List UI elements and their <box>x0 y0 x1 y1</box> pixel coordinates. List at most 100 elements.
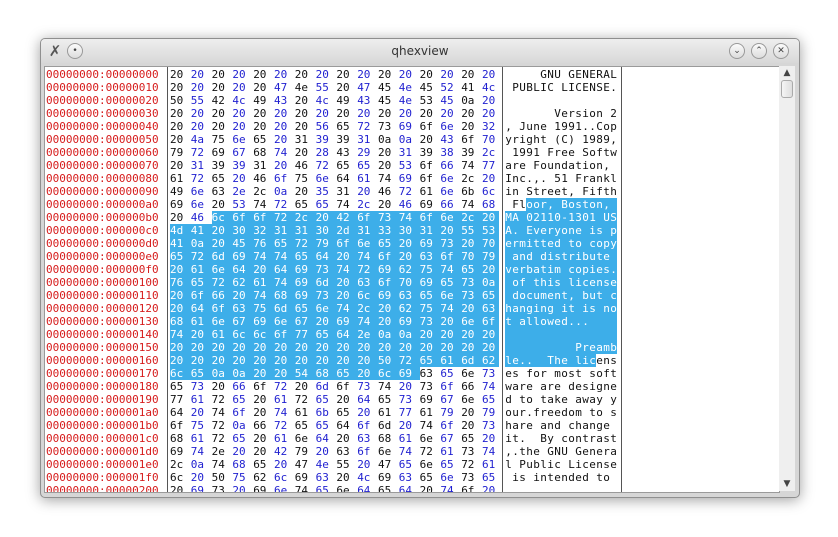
hex-byte[interactable]: 32 <box>482 120 499 133</box>
hex-byte[interactable]: 72 <box>212 432 233 445</box>
hex-byte[interactable]: 54 <box>294 367 316 380</box>
ascii-char[interactable]: r <box>582 172 589 185</box>
hex-byte[interactable]: 30 <box>232 224 254 237</box>
hex-byte[interactable]: 74 <box>357 250 378 263</box>
hex-byte[interactable]: 6f <box>357 419 378 432</box>
ascii-char[interactable]: c <box>526 289 533 302</box>
hex-byte[interactable]: 65 <box>482 289 499 302</box>
hex-byte[interactable]: 65 <box>316 393 337 406</box>
hex-byte[interactable]: 69 <box>399 120 420 133</box>
hex-byte[interactable]: 45 <box>420 81 441 94</box>
ascii-char[interactable]: i <box>533 302 540 315</box>
hex-byte[interactable]: 69 <box>419 276 441 289</box>
hex-byte[interactable]: 73 <box>420 380 441 393</box>
ascii-char[interactable]: 9 <box>519 146 526 159</box>
hex-row[interactable]: 2c 0a 74 68 65 20 47 4e 55 20 47 65 6e 65 72 61 <box>168 458 502 471</box>
ascii-char[interactable]: . <box>582 315 589 328</box>
ascii-char[interactable]: i <box>575 276 582 289</box>
hex-byte[interactable]: 20 <box>461 419 482 432</box>
hex-byte[interactable]: 77 <box>170 393 191 406</box>
hex-row[interactable]: 20 46 6c 6f 6f 72 2c 20 42 6f 73 74 6f 6e 2c 20 <box>168 211 502 224</box>
ascii-char[interactable]: o <box>533 198 540 211</box>
ascii-char[interactable] <box>533 250 540 263</box>
ascii-char[interactable]: t <box>547 471 554 484</box>
ascii-char[interactable]: u <box>526 120 533 133</box>
ascii-char[interactable]: r <box>540 185 547 198</box>
hex-byte[interactable]: 4c <box>232 94 253 107</box>
ascii-char[interactable]: i <box>547 276 554 289</box>
ascii-char[interactable]: r <box>540 406 547 419</box>
hex-byte[interactable]: 69 <box>378 289 399 302</box>
ascii-char[interactable]: 1 <box>540 211 547 224</box>
ascii-char[interactable] <box>526 328 533 341</box>
ascii-char[interactable]: m <box>554 367 561 380</box>
hex-byte[interactable]: 63 <box>420 367 441 380</box>
hex-byte[interactable]: 69 <box>170 445 191 458</box>
ascii-char[interactable]: r <box>540 367 547 380</box>
hex-byte[interactable]: 73 <box>482 419 499 432</box>
ascii-char[interactable]: u <box>589 250 596 263</box>
ascii-char[interactable]: n <box>596 159 603 172</box>
ascii-char[interactable]: 9 <box>568 120 575 133</box>
hex-byte[interactable]: 72 <box>357 263 378 276</box>
hex-byte[interactable]: 6f <box>378 250 399 263</box>
hex-byte[interactable]: 63 <box>398 289 420 302</box>
ascii-char[interactable]: a <box>540 380 547 393</box>
ascii-char[interactable] <box>561 380 568 393</box>
ascii-char[interactable]: a <box>575 393 582 406</box>
ascii-char[interactable]: i <box>582 107 589 120</box>
hex-byte[interactable]: 69 <box>398 367 420 380</box>
ascii-char[interactable]: n <box>554 159 561 172</box>
ascii-char[interactable] <box>512 328 519 341</box>
hex-byte[interactable]: 61 <box>191 393 212 406</box>
hex-byte[interactable]: 20 <box>212 81 233 94</box>
ascii-char[interactable]: e <box>596 354 603 367</box>
hex-byte[interactable]: 6c <box>170 471 191 484</box>
hex-byte[interactable]: 63 <box>482 302 499 315</box>
ascii-char[interactable]: e <box>561 354 568 367</box>
ascii-char[interactable] <box>554 302 561 315</box>
hex-byte[interactable]: 6f <box>274 328 295 341</box>
hex-byte[interactable]: 50 <box>212 471 233 484</box>
hex-byte[interactable]: 20 <box>336 250 358 263</box>
ascii-char[interactable]: a <box>596 341 603 354</box>
ascii-char[interactable]: b <box>526 263 533 276</box>
hex-byte[interactable]: 2e <box>357 328 378 341</box>
ascii-char[interactable]: d <box>561 406 568 419</box>
ascii-char[interactable]: k <box>603 172 610 185</box>
hex-byte[interactable]: 0a <box>190 237 212 250</box>
ascii-char[interactable]: l <box>533 315 540 328</box>
ascii-char[interactable]: d <box>561 159 568 172</box>
hex-byte[interactable]: 69 <box>212 146 233 159</box>
ascii-char[interactable]: f <box>533 406 540 419</box>
ascii-char[interactable]: i <box>547 263 554 276</box>
ascii-char[interactable]: s <box>603 458 610 471</box>
hex-byte[interactable]: 20 <box>232 341 254 354</box>
hex-byte[interactable]: 47 <box>295 458 316 471</box>
ascii-row[interactable]: ,.the GNU Genera <box>503 445 621 458</box>
ascii-char[interactable] <box>533 432 540 445</box>
ascii-char[interactable] <box>526 68 533 81</box>
ascii-char[interactable]: E <box>575 68 582 81</box>
hex-byte[interactable]: 6d <box>274 302 295 315</box>
ascii-char[interactable]: m <box>540 289 547 302</box>
ascii-char[interactable]: 5 <box>554 172 561 185</box>
ascii-row[interactable]: ware are designe <box>503 380 621 393</box>
ascii-char[interactable]: n <box>568 224 575 237</box>
hex-byte[interactable]: 61 <box>420 406 441 419</box>
hex-byte[interactable]: 20 <box>211 237 233 250</box>
hex-byte[interactable]: 65 <box>336 367 358 380</box>
ascii-char[interactable] <box>505 68 512 81</box>
ascii-char[interactable]: t <box>610 432 617 445</box>
hex-byte[interactable]: 63 <box>357 276 378 289</box>
ascii-char[interactable]: o <box>589 146 596 159</box>
hex-byte[interactable]: 20 <box>336 289 358 302</box>
hex-byte[interactable]: 55 <box>191 94 212 107</box>
hex-byte[interactable]: 20 <box>482 341 499 354</box>
hex-byte[interactable]: 65 <box>316 419 337 432</box>
hex-byte[interactable]: 6e <box>440 172 461 185</box>
ascii-row[interactable]: of this license <box>503 276 621 289</box>
ascii-char[interactable]: e <box>540 224 547 237</box>
ascii-char[interactable]: C <box>596 120 603 133</box>
ascii-char[interactable]: m <box>519 237 526 250</box>
